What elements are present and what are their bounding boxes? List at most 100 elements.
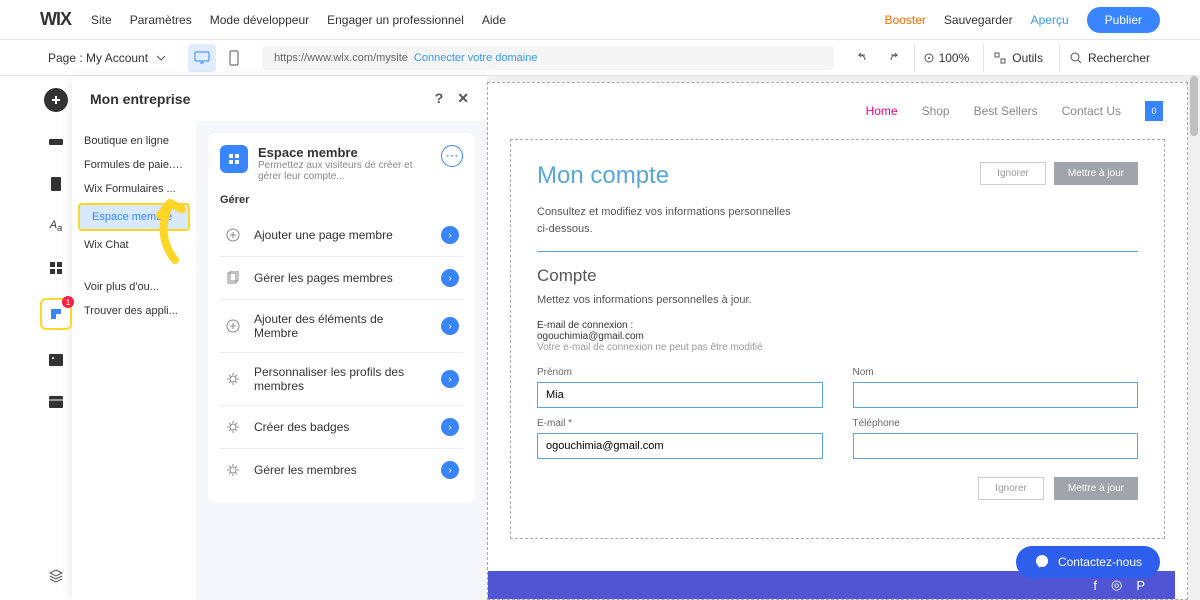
ignore-button-2[interactable]: Ignorer (978, 477, 1044, 500)
nav-shop[interactable]: Shop (922, 104, 950, 118)
save-link[interactable]: Sauvegarder (944, 13, 1013, 27)
sidebar-item-boutique[interactable]: Boutique en ligne (72, 129, 196, 153)
arrow-right-icon: › (441, 269, 459, 287)
page-selector[interactable]: Page : My Account (40, 47, 174, 69)
section-compte-sub: Mettez vos informations personnelles à j… (537, 294, 1138, 306)
search-button[interactable]: Rechercher (1059, 44, 1160, 72)
field-nom: Nom (853, 367, 1139, 408)
scrollbar-thumb[interactable] (1190, 76, 1198, 136)
panel-close-button[interactable]: ✕ (457, 90, 469, 107)
panel-header-actions: ? ✕ (435, 90, 469, 107)
arrow-right-icon: › (441, 461, 459, 479)
action-manage-members[interactable]: Gérer les membres › (220, 449, 463, 491)
member-area-icon (220, 145, 248, 173)
email-label: E-mail * (537, 418, 823, 429)
desktop-view-button[interactable] (188, 44, 216, 72)
editor-canvas[interactable]: Home Shop Best Sellers Contact Us 0 Mon … (487, 76, 1200, 600)
menu-parametres[interactable]: Paramètres (130, 13, 192, 27)
sidebar-item-formules[interactable]: Formules de paie... (72, 153, 196, 177)
panel-sidebar: Boutique en ligne Formules de paie... Wi… (72, 121, 196, 600)
nav-home[interactable]: Home (866, 104, 898, 118)
chevron-down-icon (156, 53, 166, 63)
plus-circle-icon (224, 317, 242, 335)
sidebar-item-chat[interactable]: Wix Chat (72, 233, 196, 257)
instagram-icon[interactable]: ◎ (1111, 577, 1122, 593)
canvas-page: Home Shop Best Sellers Contact Us 0 Mon … (487, 82, 1188, 600)
chat-button[interactable]: Contactez-nous (1016, 546, 1160, 578)
facebook-icon[interactable]: f (1093, 578, 1097, 593)
action-customize-profiles[interactable]: Personnaliser les profils des membres › (220, 353, 463, 406)
shopping-bag-icon[interactable]: 0 (1145, 101, 1163, 121)
update-button-2[interactable]: Mettre à jour (1054, 477, 1138, 500)
tools-dropdown[interactable]: Outils (983, 44, 1053, 72)
content-button[interactable] (44, 390, 68, 414)
search-icon (1070, 52, 1082, 64)
pages-button[interactable] (44, 130, 68, 154)
plus-circle-icon (224, 226, 242, 244)
site-navigation: Home Shop Best Sellers Contact Us 0 (488, 83, 1187, 139)
prenom-input[interactable] (537, 382, 823, 408)
nav-contact[interactable]: Contact Us (1062, 104, 1121, 118)
menu-hire[interactable]: Engager un professionnel (327, 13, 464, 27)
panel-help-button[interactable]: ? (435, 90, 444, 107)
layers-button[interactable] (44, 564, 68, 588)
wix-logo[interactable]: WIX (40, 9, 71, 30)
action-manage-pages[interactable]: Gérer les pages membres › (220, 257, 463, 300)
section-label: Gérer (220, 194, 463, 206)
menu-help[interactable]: Aide (482, 13, 506, 27)
sidebar-item-voir-plus[interactable]: Voir plus d'ou... (72, 275, 196, 299)
form-actions: Ignorer Mettre à jour (537, 477, 1138, 500)
undo-button[interactable] (848, 44, 876, 72)
gear-icon (224, 461, 242, 479)
image-icon (48, 353, 64, 367)
undo-icon (855, 51, 869, 65)
action-add-member-page[interactable]: Ajouter une page membre › (220, 214, 463, 257)
sidebar-item-espace-membre[interactable]: Espace membre (78, 203, 190, 231)
menu-site[interactable]: Site (91, 13, 112, 27)
action-label: Ajouter une page membre (254, 228, 429, 242)
apps-button[interactable] (44, 256, 68, 280)
business-button[interactable]: 1 (40, 298, 72, 330)
login-email-note: Votre e-mail de connexion ne peut pas êt… (537, 342, 1138, 353)
nom-label: Nom (853, 367, 1139, 378)
connect-domain-link[interactable]: Connecter votre domaine (414, 52, 538, 64)
gear-icon (224, 370, 242, 388)
booster-link[interactable]: Booster (885, 13, 926, 27)
email-input[interactable] (537, 433, 823, 459)
zoom-control[interactable]: 100% (914, 44, 978, 72)
redo-button[interactable] (880, 44, 908, 72)
main-area: Aa 1 Mon entreprise ? ✕ Boutique en lign… (0, 76, 1200, 600)
field-prenom: Prénom (537, 367, 823, 408)
gear-icon (224, 418, 242, 436)
action-add-elements[interactable]: Ajouter des éléments de Membre › (220, 300, 463, 353)
card-more-button[interactable]: ⋯ (441, 145, 463, 167)
arrow-right-icon: › (441, 418, 459, 436)
action-create-badges[interactable]: Créer des badges › (220, 406, 463, 449)
page-button[interactable] (44, 172, 68, 196)
sidebar-item-formulaires[interactable]: Wix Formulaires ... (72, 177, 196, 201)
nav-best-sellers[interactable]: Best Sellers (974, 104, 1038, 118)
form-grid: Prénom Nom E-mail * Téléphone (537, 367, 1138, 459)
update-button[interactable]: Mettre à jour (1054, 162, 1138, 185)
panel-header: Mon entreprise ? ✕ (72, 76, 487, 121)
tel-input[interactable] (853, 433, 1139, 459)
topbar-right: Booster Sauvegarder Aperçu Publier (885, 7, 1160, 33)
vertical-scrollbar[interactable] (1190, 76, 1198, 600)
sidebar-item-trouver-appli[interactable]: Trouver des appli... (72, 299, 196, 323)
mobile-view-button[interactable] (220, 44, 248, 72)
panel-body: Boutique en ligne Formules de paie... Wi… (72, 121, 487, 600)
pinterest-icon[interactable]: P (1136, 578, 1145, 593)
nom-input[interactable] (853, 382, 1139, 408)
top-menu-bar: WIX Site Paramètres Mode développeur Eng… (0, 0, 1200, 40)
url-bar[interactable]: https://www.wix.com/mysite Connecter vot… (262, 46, 834, 70)
preview-link[interactable]: Aperçu (1031, 13, 1069, 27)
ignore-button[interactable]: Ignorer (980, 162, 1046, 185)
theme-button[interactable]: Aa (44, 214, 68, 238)
panel-title: Mon entreprise (90, 91, 190, 107)
add-button[interactable] (44, 88, 68, 112)
second-toolbar: Page : My Account https://www.wix.com/my… (0, 40, 1200, 76)
arrow-right-icon: › (441, 317, 459, 335)
media-button[interactable] (44, 348, 68, 372)
publish-button[interactable]: Publier (1087, 7, 1160, 33)
menu-dev[interactable]: Mode développeur (210, 13, 309, 27)
